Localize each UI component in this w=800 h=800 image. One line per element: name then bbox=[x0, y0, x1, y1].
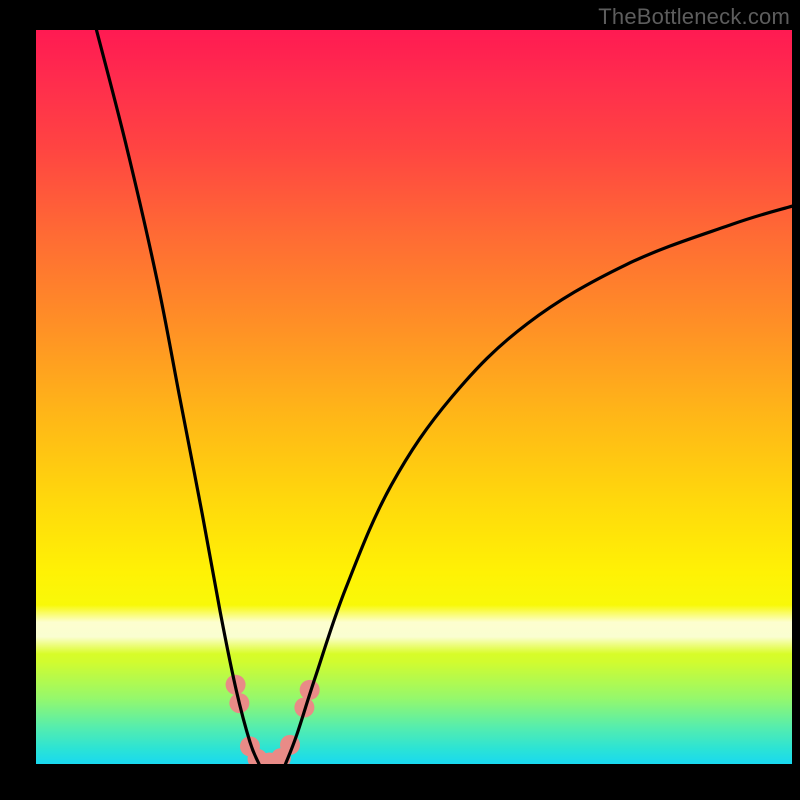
chart-svg bbox=[36, 30, 792, 764]
watermark-text: TheBottleneck.com bbox=[598, 4, 790, 30]
series-left-branch bbox=[96, 30, 259, 764]
plot-area bbox=[36, 30, 792, 764]
line-layer bbox=[96, 30, 792, 764]
marker-layer bbox=[226, 675, 320, 764]
series-right-branch bbox=[285, 206, 792, 764]
chart-frame: TheBottleneck.com bbox=[0, 0, 800, 800]
